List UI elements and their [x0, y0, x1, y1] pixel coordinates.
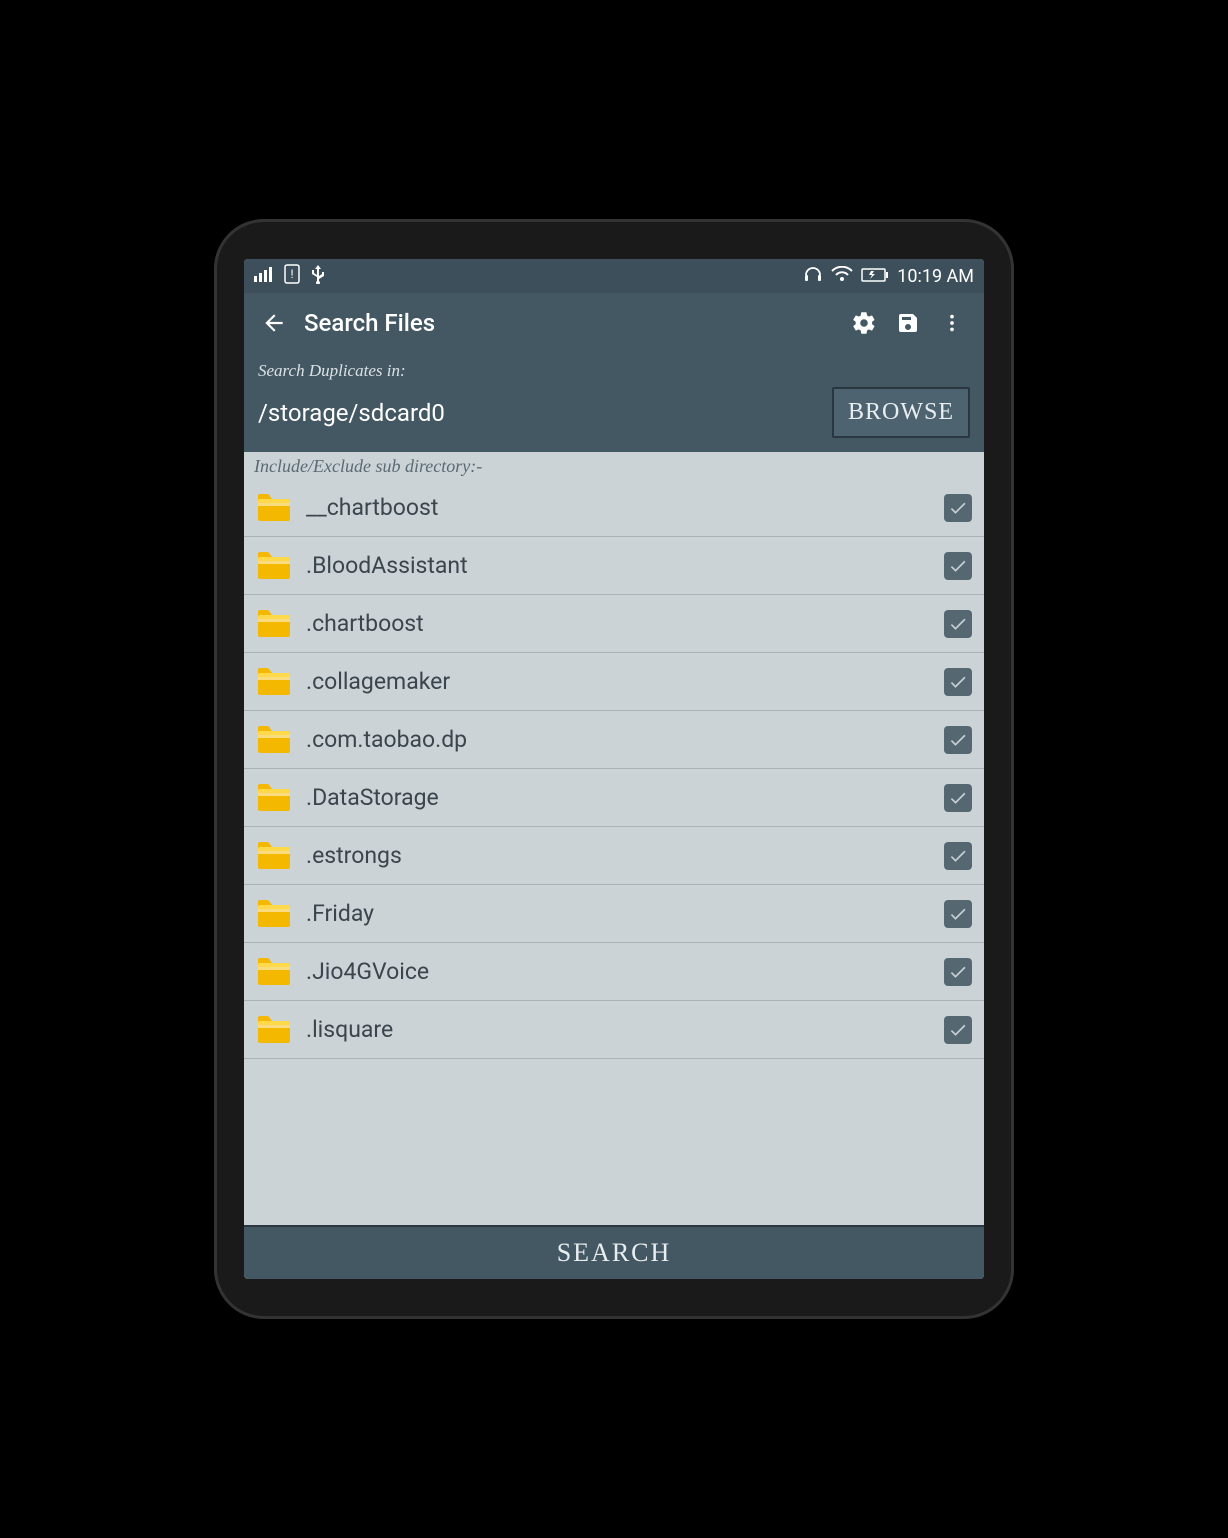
folder-icon [256, 607, 292, 641]
browse-button[interactable]: BROWSE [832, 387, 970, 438]
svg-text:!: ! [290, 267, 293, 281]
battery-icon [861, 267, 889, 286]
tablet-frame: ! 10:19 AM [214, 219, 1014, 1319]
sim-icon: ! [284, 264, 300, 288]
list-item[interactable]: .collagemaker [244, 653, 984, 711]
folder-icon [256, 897, 292, 931]
screen: ! 10:19 AM [244, 259, 984, 1279]
settings-button[interactable] [842, 310, 886, 336]
subdir-label: Include/Exclude sub directory:- [244, 452, 984, 479]
folder-name: __chartboost [306, 494, 930, 521]
usb-icon [310, 264, 326, 288]
folder-name: .Jio4GVoice [306, 958, 930, 985]
folder-checkbox[interactable] [944, 842, 972, 870]
save-button[interactable] [886, 311, 930, 335]
list-item[interactable]: .com.taobao.dp [244, 711, 984, 769]
wifi-icon [831, 266, 853, 286]
app-bar: Search Files [244, 293, 984, 353]
folder-checkbox[interactable] [944, 610, 972, 638]
folder-name: .lisquare [306, 1016, 930, 1043]
folder-icon [256, 781, 292, 815]
headphones-icon [803, 265, 823, 287]
list-item[interactable]: .estrongs [244, 827, 984, 885]
status-right: 10:19 AM [803, 265, 974, 287]
folder-checkbox[interactable] [944, 784, 972, 812]
folder-icon [256, 723, 292, 757]
folder-name: .BloodAssistant [306, 552, 930, 579]
folder-name: .chartboost [306, 610, 930, 637]
search-label: Search Duplicates in: [258, 361, 970, 381]
folder-name: .DataStorage [306, 784, 930, 811]
folder-checkbox[interactable] [944, 726, 972, 754]
overflow-menu-button[interactable] [930, 312, 974, 334]
status-left: ! [254, 264, 326, 288]
list-item[interactable]: .chartboost [244, 595, 984, 653]
folder-icon [256, 549, 292, 583]
status-time: 10:19 AM [897, 266, 974, 287]
list-item[interactable]: .Jio4GVoice [244, 943, 984, 1001]
folder-checkbox[interactable] [944, 494, 972, 522]
folder-checkbox[interactable] [944, 900, 972, 928]
folder-checkbox[interactable] [944, 958, 972, 986]
folder-name: .estrongs [306, 842, 930, 869]
back-button[interactable] [254, 310, 294, 336]
folder-checkbox[interactable] [944, 668, 972, 696]
folder-icon [256, 839, 292, 873]
list-item[interactable]: .Friday [244, 885, 984, 943]
folder-name: .Friday [306, 900, 930, 927]
folder-checkbox[interactable] [944, 552, 972, 580]
folder-icon [256, 1013, 292, 1047]
folder-icon [256, 665, 292, 699]
search-path: /storage/sdcard0 [258, 399, 822, 427]
status-bar: ! 10:19 AM [244, 259, 984, 293]
folder-name: .collagemaker [306, 668, 930, 695]
folder-checkbox[interactable] [944, 1016, 972, 1044]
app-title: Search Files [304, 309, 435, 337]
list-item[interactable]: __chartboost [244, 479, 984, 537]
folder-icon [256, 955, 292, 989]
folder-icon [256, 491, 292, 525]
folder-name: .com.taobao.dp [306, 726, 930, 753]
list-item[interactable]: .DataStorage [244, 769, 984, 827]
search-path-section: Search Duplicates in: /storage/sdcard0 B… [244, 353, 984, 452]
search-button[interactable]: SEARCH [244, 1225, 984, 1279]
list-item[interactable]: .lisquare [244, 1001, 984, 1059]
list-item[interactable]: .BloodAssistant [244, 537, 984, 595]
signal-icon [254, 266, 274, 286]
folder-list[interactable]: __chartboost .BloodAssistant .chartboost… [244, 479, 984, 1225]
